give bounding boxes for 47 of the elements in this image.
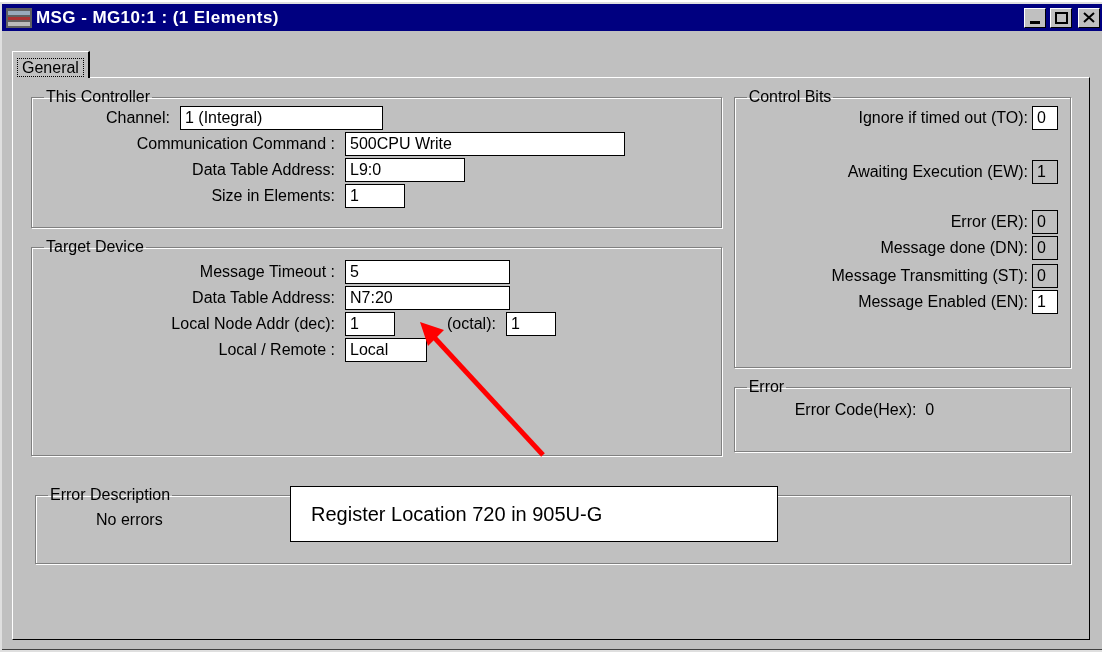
text-field[interactable]: 5: [345, 260, 510, 284]
field-label: Data Table Address:: [191, 288, 336, 308]
field-label: Channel:: [104, 108, 171, 128]
text-field[interactable]: N7:20: [345, 286, 510, 310]
close-button[interactable]: [1078, 7, 1100, 28]
bit-field[interactable]: 0: [1032, 106, 1058, 130]
bit-label: Error (ER):: [950, 212, 1029, 232]
text-field[interactable]: Local: [345, 338, 427, 362]
group-title: Error: [747, 378, 786, 396]
field-label: Message Timeout :: [198, 262, 336, 282]
close-icon: [1083, 12, 1095, 23]
text-field[interactable]: 500CPU Write: [345, 132, 625, 156]
field-label: (octal):: [447, 314, 496, 334]
app-icon: [6, 7, 32, 28]
bit-field[interactable]: 0: [1032, 210, 1058, 234]
text-field[interactable]: 1: [345, 312, 395, 336]
bit-field[interactable]: 0: [1032, 264, 1058, 288]
group-title: This Controller: [45, 88, 152, 106]
bit-label: Message done (DN):: [880, 238, 1029, 258]
maximize-button[interactable]: [1050, 7, 1072, 28]
text-field[interactable]: 1: [345, 184, 405, 208]
bit-label: Awaiting Execution (EW):: [847, 162, 1029, 182]
group-title: Error Description: [49, 486, 172, 504]
field-label: Local / Remote :: [217, 340, 336, 360]
maximize-icon: [1054, 11, 1068, 24]
error-description-text: No errors: [96, 511, 163, 528]
field-label: Local Node Addr (dec):: [170, 314, 336, 334]
bit-label: Message Transmitting (ST):: [831, 266, 1029, 286]
field-label: Data Table Address:: [191, 160, 336, 180]
bit-field[interactable]: 0: [1032, 236, 1058, 260]
bit-label: Message Enabled (EN):: [858, 292, 1029, 312]
tab[interactable]: General: [12, 51, 90, 78]
bit-label: Ignore if timed out (TO):: [858, 108, 1029, 128]
group-title: Target Device: [45, 238, 145, 256]
error-code-text: Error Code(Hex): 0: [794, 401, 935, 418]
field-label: Size in Elements:: [210, 186, 336, 206]
text-field[interactable]: L9:0: [345, 158, 465, 182]
bit-field[interactable]: 1: [1032, 290, 1058, 314]
minimize-button[interactable]: [1024, 7, 1046, 28]
group-title: Control Bits: [747, 88, 833, 106]
window-title: MSG - MG10:1 : (1 Elements): [36, 6, 279, 29]
annotation-callout: Register Location 720 in 905U-G: [290, 486, 778, 542]
minimize-icon: [1030, 20, 1040, 24]
bit-field[interactable]: 1: [1032, 160, 1058, 184]
text-field[interactable]: 1: [505, 312, 556, 336]
text-field[interactable]: 1 (Integral): [180, 106, 383, 130]
field-label: Communication Command :: [135, 134, 336, 154]
